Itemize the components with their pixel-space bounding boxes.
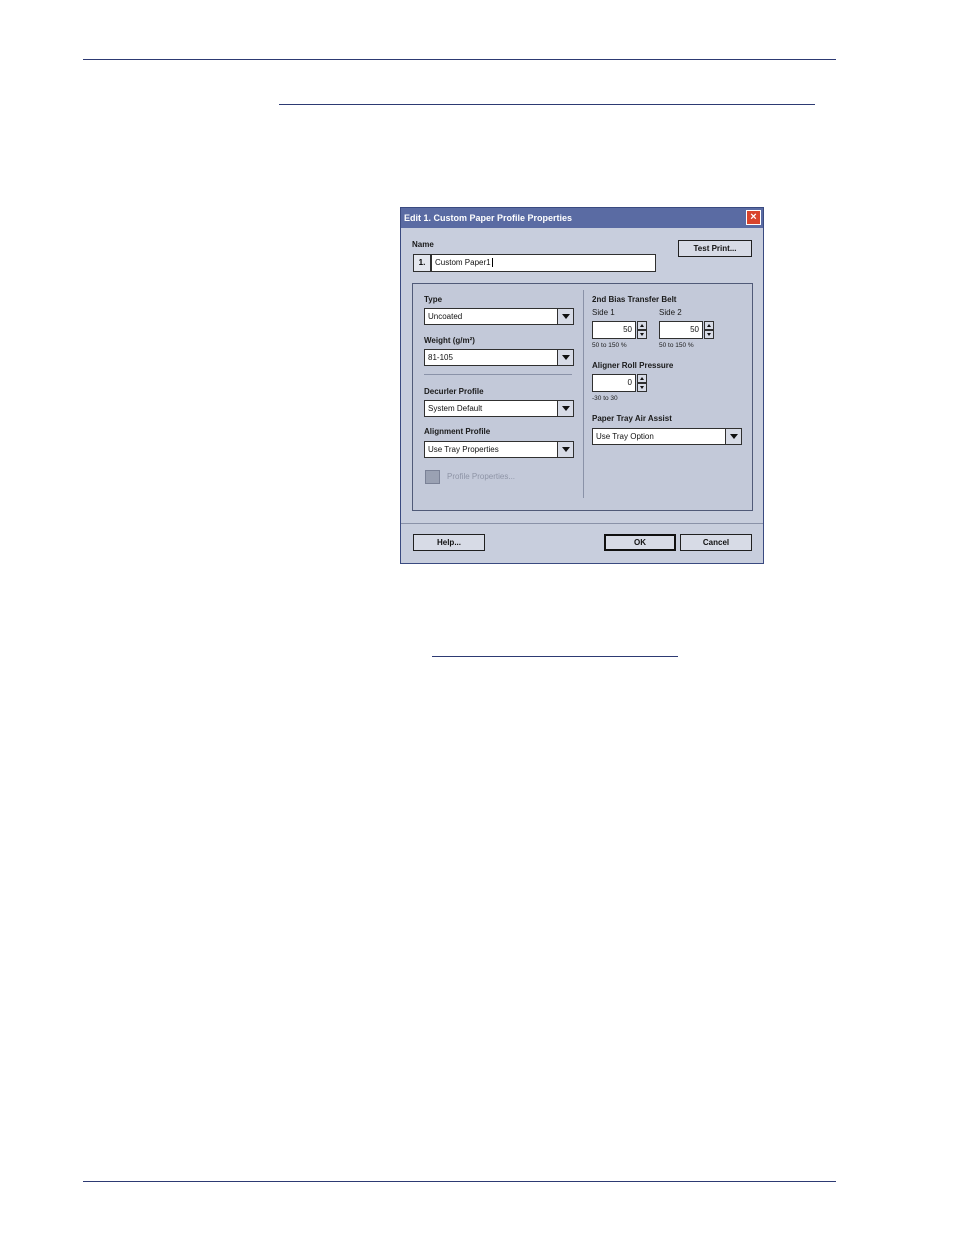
weight-label: Weight (g/m²) — [424, 336, 475, 345]
aligner-roll-input[interactable]: 0 — [592, 374, 636, 392]
aligner-range-hint: -30 to 30 — [592, 395, 618, 402]
type-label: Type — [424, 295, 443, 304]
weight-select[interactable]: 81-105 — [424, 349, 574, 366]
custom-paper-profile-dialog: Edit 1. Custom Paper Profile Properties … — [400, 207, 764, 564]
cancel-button[interactable]: Cancel — [680, 534, 752, 551]
decrement-icon[interactable] — [637, 330, 647, 339]
link-underline — [432, 656, 678, 657]
side2-input[interactable]: 50 — [659, 321, 703, 339]
decurler-label: Decurler Profile — [424, 387, 484, 396]
decrement-icon[interactable] — [637, 383, 647, 392]
side1-input[interactable]: 50 — [592, 321, 636, 339]
profile-properties-icon — [425, 470, 440, 484]
dialog-titlebar: Edit 1. Custom Paper Profile Properties … — [401, 208, 763, 228]
decurler-select-value: System Default — [428, 404, 483, 413]
side1-stepper[interactable]: 50 — [592, 321, 648, 339]
profile-properties-button[interactable]: Profile Properties... — [447, 472, 515, 481]
type-select-value: Uncoated — [428, 312, 463, 321]
side2-range-hint: 50 to 150 % — [659, 342, 694, 349]
test-print-button[interactable]: Test Print... — [678, 240, 752, 257]
chevron-down-icon[interactable] — [725, 429, 741, 444]
chevron-down-icon[interactable] — [557, 350, 573, 365]
column-divider — [583, 290, 584, 498]
ok-button[interactable]: OK — [604, 534, 676, 551]
alignment-select-value: Use Tray Properties — [428, 445, 499, 454]
alignment-label: Alignment Profile — [424, 427, 491, 436]
type-select[interactable]: Uncoated — [424, 308, 574, 325]
alignment-select[interactable]: Use Tray Properties — [424, 441, 574, 458]
chevron-down-icon[interactable] — [557, 442, 573, 457]
weight-select-value: 81-105 — [428, 353, 453, 362]
air-assist-select-value: Use Tray Option — [596, 432, 654, 441]
name-label: Name — [412, 240, 434, 249]
header-rule — [83, 59, 836, 60]
increment-icon[interactable] — [637, 321, 647, 330]
chevron-down-icon[interactable] — [557, 309, 573, 324]
side1-range-hint: 50 to 150 % — [592, 342, 627, 349]
increment-icon[interactable] — [637, 374, 647, 383]
footer-separator — [401, 523, 763, 524]
side2-stepper[interactable]: 50 — [659, 321, 715, 339]
decrement-icon[interactable] — [704, 330, 714, 339]
bias-transfer-label: 2nd Bias Transfer Belt — [592, 295, 677, 304]
side1-label: Side 1 — [592, 308, 615, 317]
air-assist-label: Paper Tray Air Assist — [592, 414, 672, 423]
dialog-title: Edit 1. Custom Paper Profile Properties — [404, 213, 573, 223]
close-icon[interactable]: × — [746, 210, 761, 225]
help-button[interactable]: Help... — [413, 534, 485, 551]
chevron-down-icon[interactable] — [557, 401, 573, 416]
aligner-roll-stepper[interactable]: 0 — [592, 374, 648, 392]
air-assist-select[interactable]: Use Tray Option — [592, 428, 742, 445]
footer-rule — [83, 1181, 836, 1182]
left-column-separator — [424, 374, 572, 375]
side2-label: Side 2 — [659, 308, 682, 317]
section-rule — [279, 104, 815, 105]
aligner-roll-label: Aligner Roll Pressure — [592, 361, 674, 370]
increment-icon[interactable] — [704, 321, 714, 330]
name-input-value: Custom Paper1 — [435, 258, 491, 267]
name-index-badge: 1. — [413, 254, 431, 272]
name-input[interactable]: Custom Paper1 — [431, 254, 656, 272]
decurler-select[interactable]: System Default — [424, 400, 574, 417]
